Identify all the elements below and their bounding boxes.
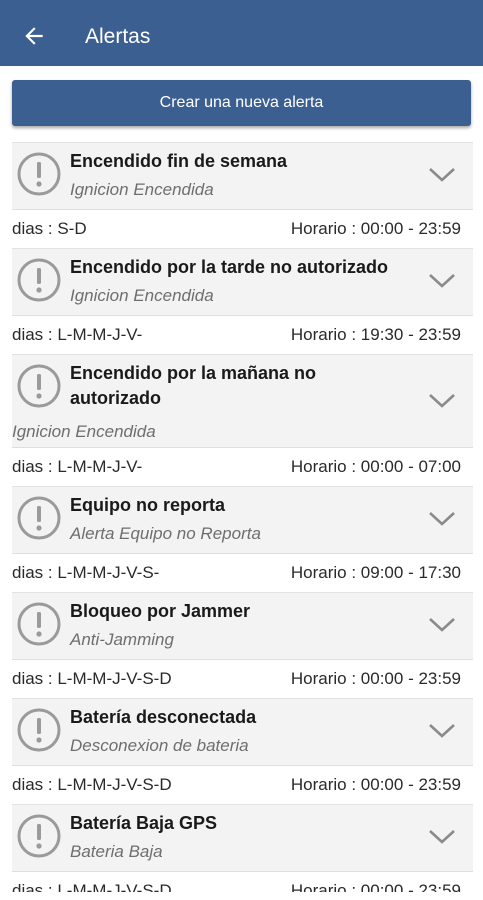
alert-subtitle: Desconexion de bateria: [70, 736, 249, 755]
alert-days: dias : S-D: [12, 219, 87, 238]
alert-card[interactable]: Batería Baja GPS Bateria Baja: [12, 804, 473, 872]
alert-schedule-row: dias : L-M-M-J-V-S-D Horario : 00:00 - 2…: [0, 872, 483, 892]
chevron-down-icon[interactable]: [427, 719, 457, 743]
alert-hours: Horario : 00:00 - 07:00: [290, 457, 461, 476]
alert-card[interactable]: Encendido fin de semana Ignicion Encendi…: [12, 142, 473, 210]
arrow-left-icon: [25, 27, 43, 45]
chevron-down-icon[interactable]: [427, 163, 457, 187]
alert-title: Batería Baja GPS: [70, 813, 218, 833]
alert-title: Bloqueo por Jammer: [70, 601, 251, 621]
alert-subtitle: Bateria Baja: [70, 842, 163, 861]
alert-title: Equipo no reporta: [70, 495, 225, 515]
alert-schedule-row: dias : L-M-M-J-V-S- Horario : 09:00 - 17…: [0, 554, 483, 592]
alert-icon: [16, 495, 62, 541]
alert-hours: Horario : 00:00 - 23:59: [290, 219, 461, 238]
alert-days: dias : L-M-M-J-V-: [12, 457, 143, 476]
alert-subtitle: Ignicion Encendida: [70, 286, 214, 305]
alert-schedule-row: dias : S-D Horario : 00:00 - 23:59: [0, 210, 483, 248]
alert-icon: [16, 707, 62, 753]
alert-days: dias : L-M-M-J-V-S-D: [12, 669, 172, 688]
chevron-down-icon[interactable]: [427, 507, 457, 531]
alert-days: dias : L-M-M-J-V-S-D: [12, 881, 172, 892]
back-button[interactable]: [20, 22, 48, 50]
alert-hours: Horario : 00:00 - 23:59: [290, 881, 461, 892]
alert-hours: Horario : 09:00 - 17:30: [290, 563, 461, 582]
create-alert-button[interactable]: Crear una nueva alerta: [12, 80, 471, 126]
alert-hours: Horario : 00:00 - 23:59: [290, 669, 461, 688]
alert-hours: Horario : 00:00 - 23:59: [290, 775, 461, 794]
alert-title: Encendido por la mañana no autorizado: [70, 363, 317, 408]
alert-subtitle: Ignicion Encendida: [12, 422, 156, 441]
alert-icon: [16, 363, 62, 409]
alert-list: Encendido fin de semana Ignicion Encendi…: [0, 142, 483, 892]
alert-days: dias : L-M-M-J-V-S-: [12, 563, 160, 582]
chevron-down-icon[interactable]: [427, 613, 457, 637]
alert-title: Batería desconectada: [70, 707, 257, 727]
alert-schedule-row: dias : L-M-M-J-V-S-D Horario : 00:00 - 2…: [0, 660, 483, 698]
page-title: Alertas: [85, 25, 151, 48]
chevron-down-icon[interactable]: [427, 825, 457, 849]
alert-card[interactable]: Encendido por la mañana no autorizado Ig…: [12, 354, 473, 448]
alert-subtitle: Alerta Equipo no Reporta: [70, 524, 261, 543]
alert-card[interactable]: Encendido por la tarde no autorizado Ign…: [12, 248, 473, 316]
alert-schedule-row: dias : L-M-M-J-V- Horario : 00:00 - 07:0…: [0, 448, 483, 486]
alert-subtitle: Anti-Jamming: [70, 630, 174, 649]
app-bar: Alertas: [0, 0, 483, 66]
alert-hours: Horario : 19:30 - 23:59: [290, 325, 461, 344]
alert-days: dias : L-M-M-J-V-: [12, 325, 143, 344]
alert-subtitle: Ignicion Encendida: [70, 180, 214, 199]
alert-title: Encendido fin de semana: [70, 151, 288, 171]
chevron-down-icon[interactable]: [427, 389, 457, 413]
alert-card[interactable]: Batería desconectada Desconexion de bate…: [12, 698, 473, 766]
alert-icon: [16, 813, 62, 859]
alert-icon: [16, 601, 62, 647]
alert-card[interactable]: Equipo no reporta Alerta Equipo no Repor…: [12, 486, 473, 554]
alert-schedule-row: dias : L-M-M-J-V- Horario : 19:30 - 23:5…: [0, 316, 483, 354]
alert-schedule-row: dias : L-M-M-J-V-S-D Horario : 00:00 - 2…: [0, 766, 483, 804]
alert-card[interactable]: Bloqueo por Jammer Anti-Jamming: [12, 592, 473, 660]
alert-icon: [16, 151, 62, 197]
chevron-down-icon[interactable]: [427, 269, 457, 293]
alert-days: dias : L-M-M-J-V-S-D: [12, 775, 172, 794]
alert-icon: [16, 257, 62, 303]
alert-title: Encendido por la tarde no autorizado: [70, 257, 389, 277]
